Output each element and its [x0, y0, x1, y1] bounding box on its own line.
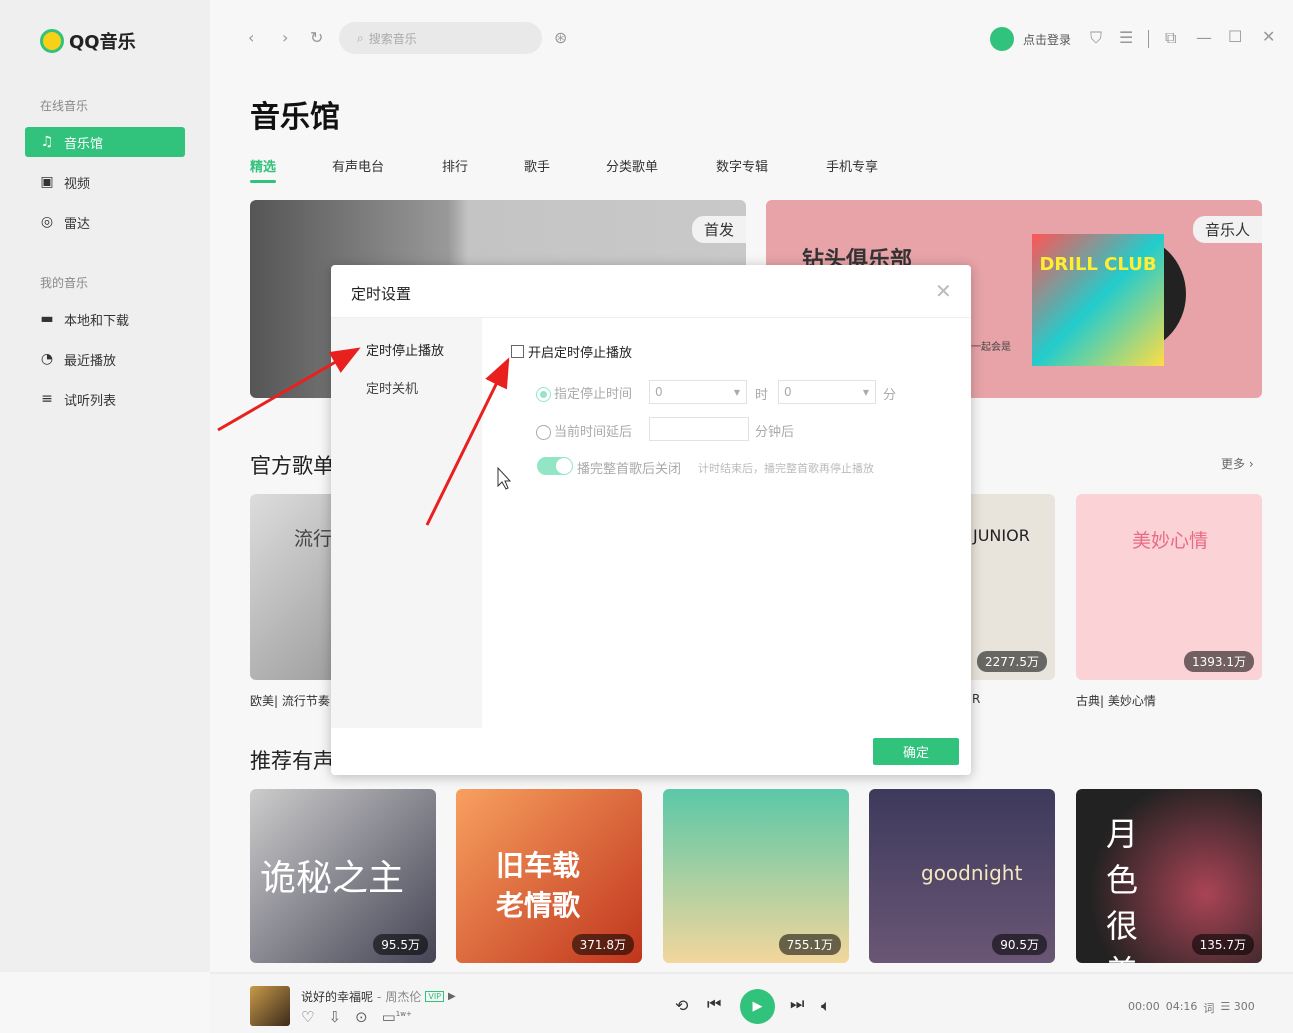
arrow-to-menu — [217, 347, 361, 432]
total-time: 04:16 — [1165, 1000, 1198, 1013]
previous-icon[interactable]: ⏮ — [707, 994, 721, 1014]
comment-icon[interactable]: ▭1w+ — [382, 1008, 412, 1026]
arrow-to-checkbox — [425, 357, 510, 526]
annotation-arrows — [217, 347, 512, 526]
mouse-cursor-icon — [497, 466, 512, 490]
loop-mode-icon[interactable]: ⟲ — [675, 996, 688, 1015]
download-icon[interactable]: ⇩ — [328, 1008, 341, 1026]
album-thumbnail[interactable] — [250, 986, 290, 1026]
song-title[interactable]: 说好的幸福呢 — [301, 988, 373, 1005]
more-icon[interactable]: ⊙ — [355, 1008, 368, 1026]
volume-icon[interactable]: 🔈︎ — [821, 996, 831, 1016]
artist-name[interactable]: 周杰伦 — [385, 988, 421, 1005]
player-bar: 说好的幸福呢 - 周杰伦 VIP ▶ ♡ ⇩ ⊙ ▭1w+ ⟲ ⏮ ▶ ⏭ 🔈︎ 00:0… — [210, 972, 1293, 1033]
lyrics-button[interactable]: 词 — [1203, 1000, 1214, 1016]
mv-icon[interactable]: ▶ — [448, 991, 456, 1002]
vip-badge: VIP — [425, 991, 445, 1002]
queue-button[interactable]: ☰ 300 — [1220, 1000, 1254, 1016]
like-icon[interactable]: ♡ — [301, 1008, 314, 1026]
play-button[interactable]: ▶ — [740, 989, 775, 1024]
current-time: 00:00 — [1128, 1000, 1160, 1013]
play-icon: ▶ — [752, 999, 763, 1014]
next-icon[interactable]: ⏭ — [790, 994, 804, 1014]
